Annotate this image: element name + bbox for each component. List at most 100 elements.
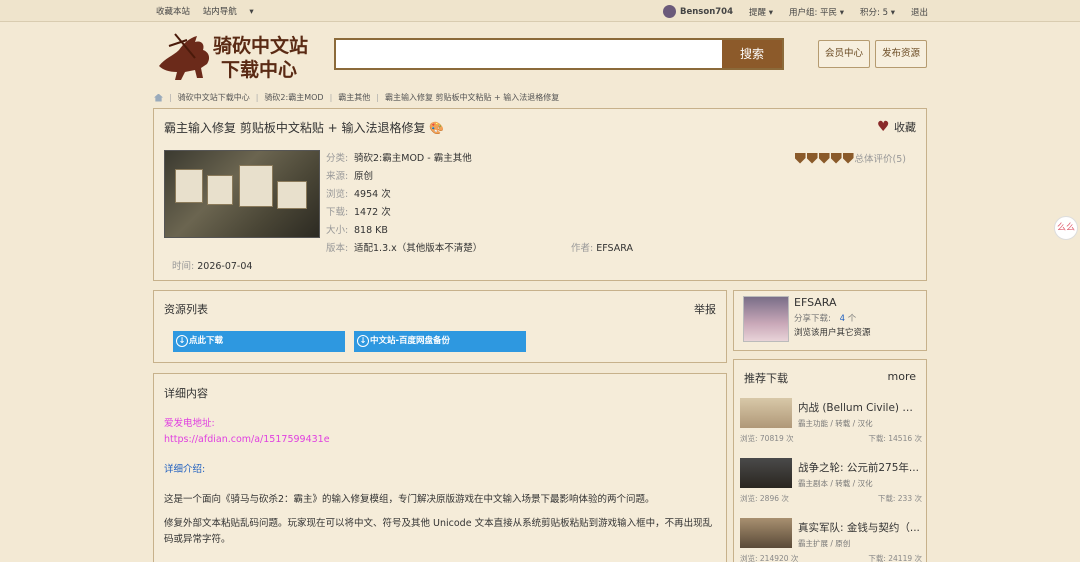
home-icon[interactable] [154,93,163,102]
breadcrumb-item[interactable]: 骑砍2:霸主MOD [264,92,323,103]
size-label: 大小: [326,225,349,236]
category-value[interactable]: 骑砍2:霸主MOD - 霸主其他 [354,153,472,164]
baidu-backup-button[interactable]: ↓ 中文站-百度网盘备份 [354,331,526,352]
breadcrumb-separator: | [376,93,379,102]
rating-star-icon[interactable] [830,152,842,164]
recommended-thumbnail [740,518,792,548]
uploader-share: 分享下载: 4 个 [794,312,856,324]
side-float-button[interactable]: 么么 [1054,216,1078,240]
uploader-name[interactable]: EFSARA [794,296,837,309]
uploader-panel: EFSARA 分享下载: 4 个 浏览该用户其它资源 [733,290,927,351]
resource-info-panel: 霸主输入修复 剪贴板中文粘贴 + 输入法退格修复 🎨 ♥ 收藏 分类: 骑砍2:霸主… [153,108,927,281]
breadcrumb-separator: | [255,93,259,102]
recommended-item-stats: 浏览: 214920 次 下载: 24119 次 [740,553,922,562]
share-count: 4 [839,314,845,324]
rating: 总体评价(5) [794,151,906,165]
recommended-item-stats: 浏览: 70819 次 下载: 14516 次 [740,433,922,444]
logo-text-2: 下载中心 [221,58,297,81]
more-link[interactable]: more [888,370,917,383]
breadcrumb: | 骑砍中文站下载中心 | 骑砍2:霸主MOD | 霸主其他 | 霸主输入修复 … [154,92,559,103]
intro-label: 详细介绍: [164,464,206,475]
breadcrumb-separator: | [329,93,333,102]
details-body: 详细内容 爱发电地址: https://afdian.com/a/1517599… [164,386,719,548]
time-label: 时间: [172,261,195,272]
bookmark-link[interactable]: 收藏本站 [156,7,190,17]
time-value: 2026-07-04 [197,261,253,272]
points-label: 积分: 5 [860,7,889,18]
rating-star-icon[interactable] [806,152,818,164]
logo-text-1: 骑砍中文站 [213,34,308,57]
version-value: 适配1.3.x（其他版本不清楚） [354,243,483,254]
downloads-count: 下载: 14516 次 [868,434,922,443]
rating-star-icon[interactable] [818,152,830,164]
user-group-menu[interactable]: 用户组: 平民 ▾ [789,6,844,18]
user-avatar [663,5,676,18]
remind-menu[interactable]: 提醒 ▾ [749,6,773,18]
category-label: 分类: [326,153,349,164]
site-nav-label: 站内导航 [202,7,237,17]
download-button[interactable]: ↓ 点此下载 [173,331,345,352]
recommended-panel: 推荐下载 more 内战 (Bellum Civile) 简... 霸主功能 /… [733,359,927,562]
recommended-item-title[interactable]: 战争之轮: 公元前275年... [798,460,922,475]
size-value: 818 KB [354,225,388,236]
top-bar: 收藏本站 站内导航 ▾ Benson704 提醒 ▾ 用户组: 平民 ▾ 积分:… [0,0,1080,22]
share-label: 分享下载: [794,314,831,324]
recommended-item-tags: 霸主扩展 / 原创 [798,539,851,548]
user-group-label: 用户组: 平民 [788,7,838,18]
uploader-avatar[interactable] [743,296,789,342]
recommended-thumbnail [740,458,792,488]
resource-title-text: 霸主输入修复 剪贴板中文粘贴 + 输入法退格修复 [164,121,426,135]
downloads-label: 下载: [326,207,349,218]
favorite-button[interactable]: ♥ 收藏 [877,119,916,135]
points-menu[interactable]: 积分: 5 ▾ [860,6,895,18]
recommended-item-tags: 霸主功能 / 转载 / 汉化 [798,419,873,428]
views-label: 浏览: [326,189,349,200]
breadcrumb-item[interactable]: 霸主其他 [338,92,370,103]
source-value: 原创 [354,171,374,182]
recommended-item-title[interactable]: 内战 (Bellum Civile) 简... [798,400,922,415]
member-center-button[interactable]: 会员中心 [818,40,870,68]
logout-link[interactable]: 退出 [911,6,928,18]
recommended-item[interactable]: 真实军队: 金钱与契约（... 霸主扩展 / 原创 浏览: 214920 次 下载… [740,518,922,562]
search-button[interactable]: 搜索 [722,40,782,68]
search-box: 搜索 [334,38,784,70]
recommended-item-title[interactable]: 真实军队: 金钱与契约（... [798,520,922,535]
recommended-title: 推荐下载 [744,372,788,385]
downloads-count: 下载: 24119 次 [868,554,922,562]
search-input[interactable] [336,40,724,68]
views-value: 4954 次 [354,189,391,200]
site-nav-link[interactable]: 站内导航 ▾ [203,7,254,17]
author-label: 作者: [571,243,594,254]
resource-list-panel: 资源列表 举报 ↓ 点此下载 ↓ 中文站-百度网盘备份 [153,290,727,363]
afdian-label: 爱发电地址: [164,418,215,429]
user-menu[interactable]: Benson704 [663,5,733,18]
browse-user-resources-link[interactable]: 浏览该用户其它资源 [794,326,871,338]
report-link[interactable]: 举报 [694,301,716,317]
download-icon: ↓ [176,335,188,347]
publish-button[interactable]: 发布资源 [875,40,927,68]
afdian-link[interactable]: https://afdian.com/a/1517599431e [164,432,719,448]
recommended-item[interactable]: 内战 (Bellum Civile) 简... 霸主功能 / 转载 / 汉化 浏… [740,398,922,456]
favorite-label: 收藏 [894,121,916,134]
breadcrumb-item[interactable]: 霸主输入修复 剪贴板中文粘贴 + 输入法退格修复 [385,92,559,103]
remind-label: 提醒 [749,7,767,18]
recommended-thumbnail [740,398,792,428]
rating-star-icon[interactable] [842,152,854,164]
details-title: 详细内容 [164,387,208,400]
downloads-value: 1472 次 [354,207,391,218]
resource-title: 霸主输入修复 剪贴板中文粘贴 + 输入法退格修复 🎨 [164,119,444,136]
recommended-item[interactable]: 战争之轮: 公元前275年... 霸主剧本 / 转载 / 汉化 浏览: 2896… [740,458,922,516]
author-field: 作者: EFSARA [571,240,633,254]
paint-icon: 🎨 [429,121,445,135]
source-label: 来源: [326,171,349,182]
details-panel: 详细内容 爱发电地址: https://afdian.com/a/1517599… [153,373,727,562]
resource-meta: 分类: 骑砍2:霸主MOD - 霸主其他 来源: 原创 浏览: 4954 次 下载: 1… [326,150,482,258]
rating-star-icon[interactable] [794,152,806,164]
username: Benson704 [680,7,733,17]
resource-list-title: 资源列表 [164,303,208,316]
breadcrumb-item[interactable]: 骑砍中文站下载中心 [178,92,250,103]
download-icon: ↓ [357,335,369,347]
resource-thumbnail [164,150,320,238]
site-logo[interactable]: 骑砍中文站 下载中心 [155,28,325,82]
author-value[interactable]: EFSARA [596,243,633,254]
